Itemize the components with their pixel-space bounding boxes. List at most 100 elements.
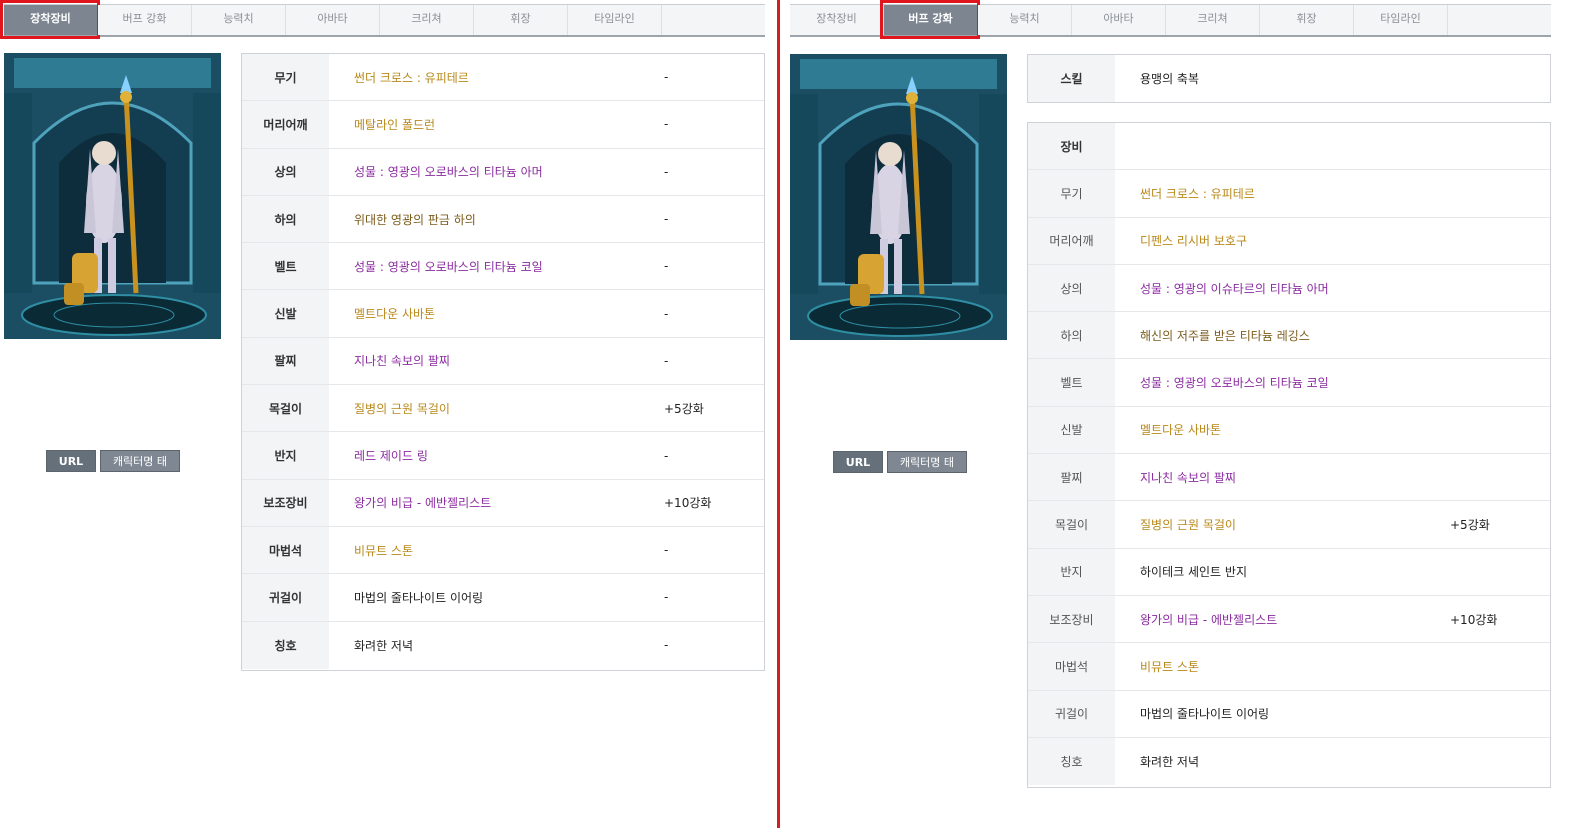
item-name[interactable]: 화려한 저녁 (1115, 753, 1450, 770)
equipment-row: 머리어깨 디펜스 리시버 보호구 (1028, 217, 1550, 265)
slot-label: 벨트 (242, 243, 329, 290)
slot-label: 칭호 (242, 621, 329, 669)
tab-1[interactable]: 버프 강화 (880, 0, 980, 39)
tab-6[interactable]: 타임라인 (1354, 5, 1448, 35)
slot-label: 신발 (1028, 406, 1115, 454)
character-tag-button[interactable]: 캐릭터명 태그 (887, 451, 967, 491)
item-name[interactable]: 비뮤트 스톤 (329, 542, 664, 559)
equipment-row: 칭호 화려한 저녁 (1028, 737, 1550, 786)
enhance-value: - (664, 164, 669, 179)
tab-3[interactable]: 아바타 (286, 5, 380, 35)
tab-0[interactable]: 장착장비 (0, 0, 100, 39)
item-name[interactable]: 썬더 크로스 : 유피테르 (1115, 185, 1450, 202)
equipment-row: 벨트 성물 : 영광의 오로바스의 티타늄 코일 (1028, 359, 1550, 407)
enhance-value: +5강화 (1450, 518, 1490, 533)
equipment-row: 팔찌 지나친 속보의 팔찌 (1028, 454, 1550, 502)
slot-label: 머리어깨 (242, 101, 329, 148)
enhance-value: - (664, 353, 669, 368)
item-name[interactable]: 지나친 속보의 팔찌 (1115, 469, 1450, 486)
tab-2[interactable]: 능력치 (978, 5, 1072, 35)
tab-bar: 장착장비 버프 강화 능력치 아바타 크리쳐 휘장 타임라인 (790, 0, 1551, 39)
equipment-row: 팔찌 지나친 속보의 팔찌 - (242, 337, 764, 386)
tab-3[interactable]: 아바타 (1072, 5, 1166, 35)
item-name[interactable]: 멜트다운 사바톤 (1115, 421, 1450, 438)
equipment-row: 귀걸이 마법의 줄타나이트 이어링 (1028, 690, 1550, 738)
panel-divider (777, 0, 780, 828)
slot-label: 팔찌 (242, 337, 329, 385)
skill-label: 스킬 (1028, 55, 1115, 102)
buff-equipment-table: 장비 무기 썬더 크로스 : 유피테르 머리어깨 디펜스 리시버 보호구 상의 성물 : … (1027, 122, 1551, 788)
slot-label: 상의 (1028, 264, 1115, 312)
action-buttons: URL 캐릭터명 태그 (833, 451, 967, 491)
right-panel: 장착장비 버프 강화 능력치 아바타 크리쳐 휘장 타임라인 URL 캐릭터명 태그 (786, 0, 1587, 828)
equipment-row: 반지 하이테크 세인트 반지 (1028, 548, 1550, 596)
left-panel: 장착장비 버프 강화 능력치 아바타 크리쳐 휘장 타임라인 URL 캐릭터명 태그 (0, 0, 775, 828)
slot-label: 신발 (242, 290, 329, 337)
slot-label: 보조장비 (242, 479, 329, 526)
item-name[interactable]: 질병의 근원 목걸이 (1115, 516, 1450, 533)
item-name[interactable]: 지나친 속보의 팔찌 (329, 352, 664, 369)
item-name[interactable]: 하이테크 세인트 반지 (1115, 563, 1450, 580)
slot-label: 마법석 (242, 526, 329, 574)
item-name[interactable]: 마법의 줄타나이트 이어링 (329, 589, 664, 606)
tab-2[interactable]: 능력치 (192, 5, 286, 35)
item-name[interactable]: 디펜스 리시버 보호구 (1115, 232, 1450, 249)
equipment-row: 무기 썬더 크로스 : 유피테르 - (242, 54, 764, 102)
equipment-row: 상의 성물 : 영광의 이슈타르의 티타늄 아머 (1028, 264, 1550, 313)
item-name[interactable]: 왕가의 비급 - 에반젤리스트 (1115, 611, 1450, 628)
character-illustration (790, 54, 1007, 340)
item-name[interactable]: 성물 : 영광의 오로바스의 티타늄 코일 (329, 258, 664, 275)
item-name[interactable]: 마법의 줄타나이트 이어링 (1115, 705, 1450, 722)
equipment-row: 귀걸이 마법의 줄타나이트 이어링 - (242, 574, 764, 622)
slot-label: 귀걸이 (242, 574, 329, 621)
slot-label: 무기 (242, 54, 329, 101)
equipment-row: 목걸이 질병의 근원 목걸이 +5강화 (242, 385, 764, 433)
equipment-row: 마법석 비뮤트 스톤 - (242, 526, 764, 575)
skill-name: 용맹의 축복 (1140, 72, 1200, 86)
equipment-row: 신발 멜트다운 사바톤 - (242, 290, 764, 338)
slot-label: 보조장비 (1028, 595, 1115, 643)
item-name[interactable]: 성물 : 영광의 이슈타르의 티타늄 아머 (1115, 280, 1450, 297)
item-name[interactable]: 화려한 저녁 (329, 637, 664, 654)
tab-4[interactable]: 크리쳐 (380, 5, 474, 35)
character-tag-button[interactable]: 캐릭터명 태그 (100, 450, 180, 490)
item-name[interactable]: 위대한 영광의 판금 하의 (329, 211, 664, 228)
tab-6[interactable]: 타임라인 (568, 5, 662, 35)
slot-label: 반지 (242, 432, 329, 479)
equipment-row: 칭호 화려한 저녁 - (242, 621, 764, 669)
slot-label: 머리어깨 (1028, 217, 1115, 264)
item-name[interactable]: 성물 : 영광의 오로바스의 티타늄 아머 (329, 163, 664, 180)
item-name[interactable]: 비뮤트 스톤 (1115, 658, 1450, 675)
tab-bar: 장착장비 버프 강화 능력치 아바타 크리쳐 휘장 타임라인 (0, 0, 765, 39)
tab-5[interactable]: 휘장 (474, 5, 568, 35)
item-name[interactable]: 질병의 근원 목걸이 (329, 400, 664, 417)
item-name[interactable]: 해신의 저주를 받은 티타늄 레깅스 (1115, 327, 1450, 344)
item-name[interactable]: 성물 : 영광의 오로바스의 티타늄 코일 (1115, 374, 1450, 391)
slot-label: 하의 (1028, 312, 1115, 359)
tab-4[interactable]: 크리쳐 (1166, 5, 1260, 35)
tab-5[interactable]: 휘장 (1260, 5, 1354, 35)
enhance-value: - (664, 543, 669, 558)
equipment-header-row: 장비 (1028, 123, 1550, 171)
item-name[interactable]: 왕가의 비급 - 에반젤리스트 (329, 494, 664, 511)
enhance-value: - (664, 70, 669, 85)
slot-label: 상의 (242, 148, 329, 195)
equipment-row: 보조장비 왕가의 비급 - 에반젤리스트 +10강화 (1028, 595, 1550, 644)
enhance-value: - (664, 212, 669, 227)
equipment-row: 무기 썬더 크로스 : 유피테르 (1028, 170, 1550, 218)
slot-label: 목걸이 (1028, 501, 1115, 548)
url-button[interactable]: URL (833, 451, 883, 473)
slot-label: 벨트 (1028, 359, 1115, 406)
tab-1[interactable]: 버프 강화 (98, 5, 192, 35)
url-button[interactable]: URL (46, 450, 96, 472)
item-name[interactable]: 썬더 크로스 : 유피테르 (329, 69, 664, 86)
item-name[interactable]: 멜트다운 사바톤 (329, 305, 664, 322)
enhance-value: +10강화 (664, 496, 712, 511)
item-name[interactable]: 레드 제이드 링 (329, 447, 664, 464)
tab-0[interactable]: 장착장비 (790, 5, 884, 35)
enhance-value: - (664, 448, 669, 463)
item-name[interactable]: 메탈라인 폴드런 (329, 116, 664, 133)
equipment-table: 무기 썬더 크로스 : 유피테르 - 머리어깨 메탈라인 폴드런 - 상의 성물 : 영광의 … (241, 53, 765, 671)
skill-table: 스킬 용맹의 축복 (1027, 54, 1551, 103)
enhance-value: +10강화 (1450, 612, 1498, 627)
